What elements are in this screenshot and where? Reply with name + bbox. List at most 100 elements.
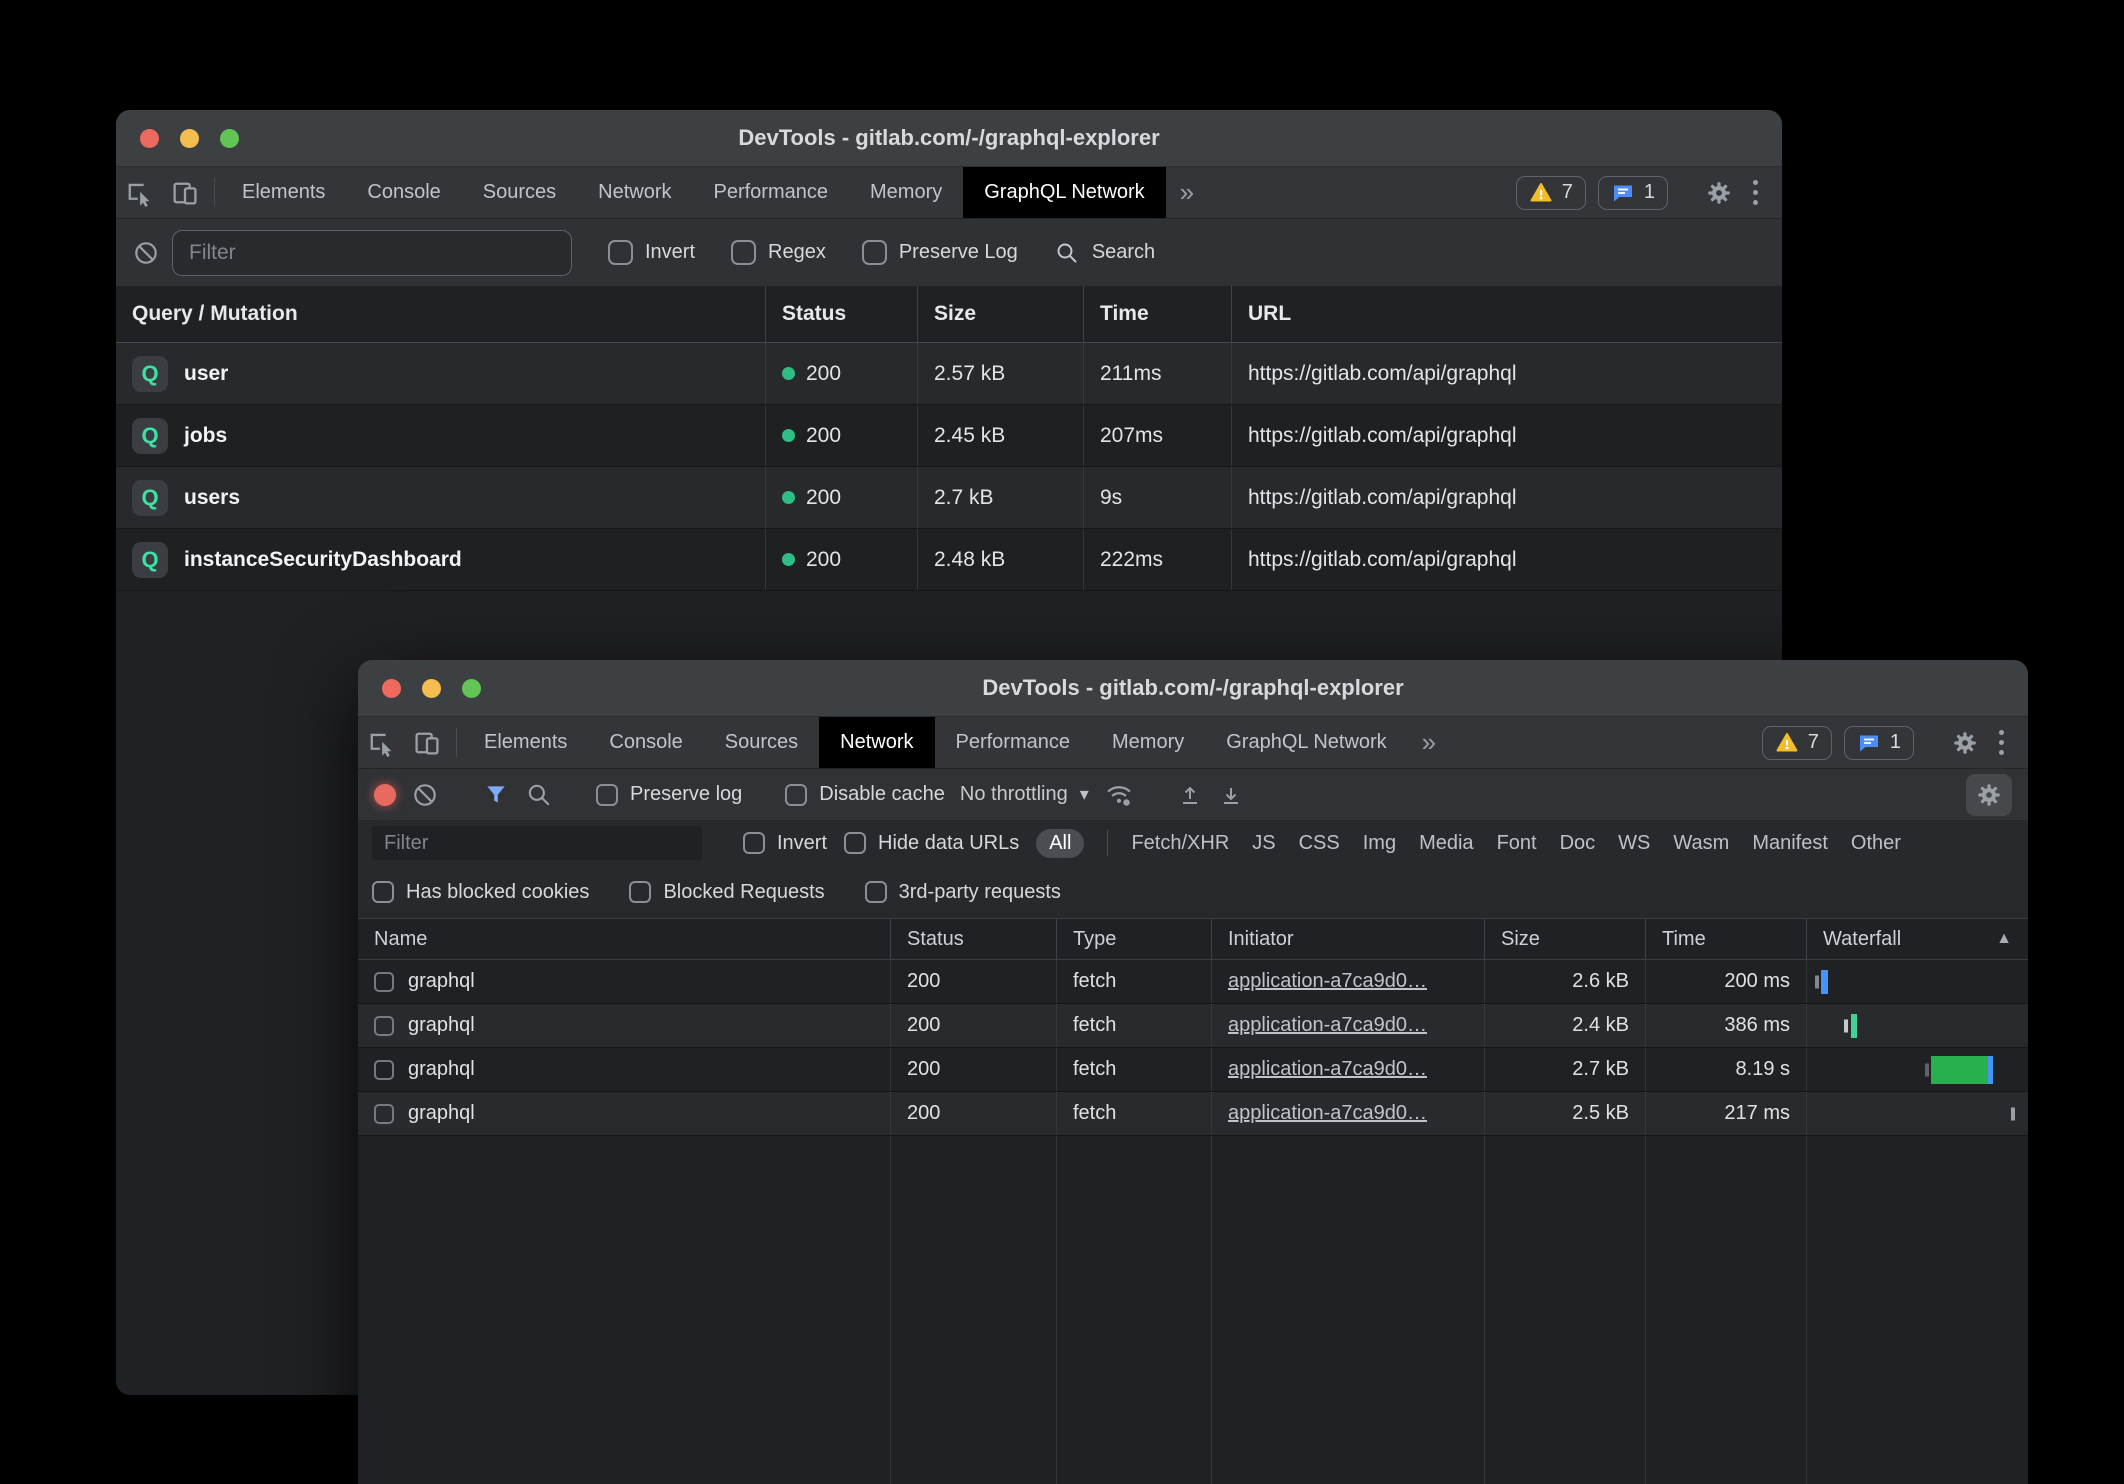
more-vert-icon[interactable]: [1991, 730, 2012, 755]
tab-elements[interactable]: Elements: [463, 717, 588, 768]
type-filter-font[interactable]: Font: [1497, 832, 1537, 855]
device-toolbar-button[interactable]: [162, 167, 208, 218]
column-header-query-mutation[interactable]: Query / Mutation: [116, 286, 766, 342]
tab-elements[interactable]: Elements: [221, 167, 346, 218]
status-value: 200: [891, 1092, 1057, 1135]
preserve-log-checkbox[interactable]: [596, 784, 618, 806]
type-filter-all[interactable]: All: [1036, 829, 1084, 858]
export-har-button[interactable]: [1218, 782, 1244, 808]
blocked-requests-checkbox[interactable]: [629, 881, 651, 903]
row-checkbox[interactable]: [374, 1060, 394, 1080]
column-header-size[interactable]: Size: [918, 286, 1084, 342]
tab-performance[interactable]: Performance: [935, 717, 1092, 768]
table-row[interactable]: graphql 200 fetch application-a7ca9d0… 2…: [358, 1004, 2028, 1048]
table-row[interactable]: Qusers 200 2.7 kB 9s https://gitlab.com/…: [116, 467, 1782, 529]
minimize-window-button[interactable]: [180, 129, 199, 148]
type-filter-doc[interactable]: Doc: [1560, 832, 1596, 855]
type-filter-other[interactable]: Other: [1851, 832, 1901, 855]
overflow-chevron-icon[interactable]: »: [1408, 717, 1450, 768]
settings-button[interactable]: [1951, 729, 1979, 757]
tab-performance[interactable]: Performance: [693, 167, 850, 218]
titlebar[interactable]: DevTools - gitlab.com/-/graphql-explorer: [116, 110, 1782, 166]
filter-input[interactable]: [172, 230, 572, 276]
row-checkbox[interactable]: [374, 1104, 394, 1124]
zoom-window-button[interactable]: [220, 129, 239, 148]
tab-memory[interactable]: Memory: [1091, 717, 1205, 768]
preserve-log-checkbox[interactable]: [862, 240, 887, 265]
initiator-link[interactable]: application-a7ca9d0…: [1228, 970, 1427, 993]
regex-checkbox[interactable]: [731, 240, 756, 265]
column-header-url[interactable]: URL: [1232, 286, 1782, 342]
tab-sources[interactable]: Sources: [704, 717, 819, 768]
warnings-badge[interactable]: 7: [1516, 176, 1586, 210]
row-checkbox[interactable]: [374, 972, 394, 992]
tab-network[interactable]: Network: [819, 717, 934, 768]
third-party-requests-checkbox[interactable]: [865, 881, 887, 903]
type-filter-ws[interactable]: WS: [1618, 832, 1650, 855]
zoom-window-button[interactable]: [462, 679, 481, 698]
table-row[interactable]: Quser 200 2.57 kB 211ms https://gitlab.c…: [116, 343, 1782, 405]
invert-checkbox[interactable]: [608, 240, 633, 265]
inspect-button[interactable]: [358, 717, 404, 768]
column-header-status[interactable]: Status: [766, 286, 918, 342]
disable-cache-checkbox[interactable]: [785, 784, 807, 806]
network-settings-button[interactable]: [1966, 774, 2012, 816]
column-header-type[interactable]: Type: [1057, 919, 1212, 959]
inspect-button[interactable]: [116, 167, 162, 218]
type-filter-manifest[interactable]: Manifest: [1752, 832, 1828, 855]
table-row[interactable]: QinstanceSecurityDashboard 200 2.48 kB 2…: [116, 529, 1782, 591]
record-icon[interactable]: [374, 784, 396, 806]
column-header-time[interactable]: Time: [1084, 286, 1232, 342]
type-filter-wasm[interactable]: Wasm: [1673, 832, 1729, 855]
clear-button[interactable]: [411, 781, 439, 809]
hide-data-urls-checkbox[interactable]: [844, 832, 866, 854]
table-row[interactable]: graphql 200 fetch application-a7ca9d0… 2…: [358, 960, 2028, 1004]
tab-graphql-network[interactable]: GraphQL Network: [1205, 717, 1407, 768]
initiator-link[interactable]: application-a7ca9d0…: [1228, 1058, 1427, 1081]
table-row[interactable]: Qjobs 200 2.45 kB 207ms https://gitlab.c…: [116, 405, 1782, 467]
initiator-link[interactable]: application-a7ca9d0…: [1228, 1102, 1427, 1125]
table-row[interactable]: graphql 200 fetch application-a7ca9d0… 2…: [358, 1092, 2028, 1136]
filter-toggle-button[interactable]: [482, 781, 510, 809]
filter-input[interactable]: [372, 826, 702, 860]
close-window-button[interactable]: [382, 679, 401, 698]
issues-badge[interactable]: 1: [1598, 176, 1668, 210]
column-header-waterfall[interactable]: Waterfall ▲: [1807, 919, 2028, 959]
warnings-badge[interactable]: 7: [1762, 726, 1832, 760]
column-header-name[interactable]: Name: [358, 919, 891, 959]
titlebar[interactable]: DevTools - gitlab.com/-/graphql-explorer: [358, 660, 2028, 716]
tab-graphql-network[interactable]: GraphQL Network: [963, 167, 1165, 218]
import-har-button[interactable]: [1177, 782, 1203, 808]
search-button[interactable]: Search: [1054, 240, 1155, 266]
overflow-chevron-icon[interactable]: »: [1166, 167, 1208, 218]
close-window-button[interactable]: [140, 129, 159, 148]
type-filter-css[interactable]: CSS: [1299, 832, 1340, 855]
tab-memory[interactable]: Memory: [849, 167, 963, 218]
type-filter-js[interactable]: JS: [1252, 832, 1275, 855]
tab-console[interactable]: Console: [588, 717, 703, 768]
column-header-initiator[interactable]: Initiator: [1212, 919, 1485, 959]
table-row[interactable]: graphql 200 fetch application-a7ca9d0… 2…: [358, 1048, 2028, 1092]
type-filter-img[interactable]: Img: [1363, 832, 1396, 855]
clear-button[interactable]: [132, 239, 160, 267]
column-header-time[interactable]: Time: [1646, 919, 1807, 959]
initiator-link[interactable]: application-a7ca9d0…: [1228, 1014, 1427, 1037]
column-header-size[interactable]: Size: [1485, 919, 1646, 959]
invert-checkbox[interactable]: [743, 832, 765, 854]
column-header-status[interactable]: Status: [891, 919, 1057, 959]
minimize-window-button[interactable]: [422, 679, 441, 698]
tab-network[interactable]: Network: [577, 167, 692, 218]
throttling-select[interactable]: No throttling ▾: [960, 783, 1089, 806]
type-filter-fetch-xhr[interactable]: Fetch/XHR: [1131, 832, 1229, 855]
has-blocked-cookies-checkbox[interactable]: [372, 881, 394, 903]
network-conditions-button[interactable]: [1104, 780, 1134, 810]
tab-console[interactable]: Console: [346, 167, 461, 218]
search-button[interactable]: [525, 781, 553, 809]
type-filter-media[interactable]: Media: [1419, 832, 1473, 855]
row-checkbox[interactable]: [374, 1016, 394, 1036]
tab-sources[interactable]: Sources: [462, 167, 577, 218]
device-toolbar-button[interactable]: [404, 717, 450, 768]
more-vert-icon[interactable]: [1745, 180, 1766, 205]
issues-badge[interactable]: 1: [1844, 726, 1914, 760]
settings-button[interactable]: [1705, 179, 1733, 207]
